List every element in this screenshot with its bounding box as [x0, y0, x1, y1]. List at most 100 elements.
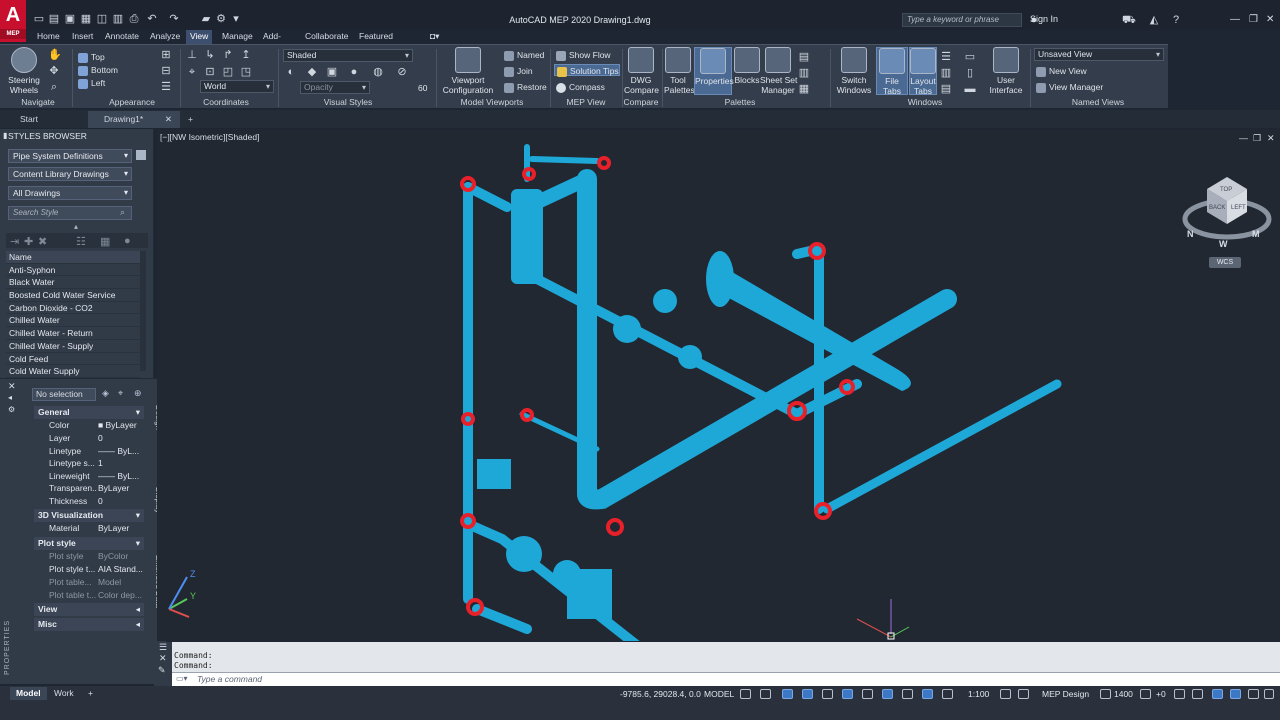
wcs-menu-button[interactable]: WCS	[1209, 257, 1241, 268]
section-general[interactable]: General	[34, 406, 144, 419]
restore-viewports-button[interactable]: Restore	[504, 81, 547, 93]
lighting-icon[interactable]: ●	[348, 66, 360, 78]
isolate-icon[interactable]	[1174, 689, 1185, 699]
status-bar-icon[interactable]: ▬	[964, 83, 976, 95]
design-center-icon[interactable]: ▦	[798, 83, 810, 95]
file-tabs-button[interactable]: File Tabs	[876, 47, 908, 96]
search-icon[interactable]: ⌕	[120, 207, 125, 218]
ucs-x-icon[interactable]: ↳	[204, 49, 216, 61]
workspace-switcher[interactable]: MEP Design	[1042, 688, 1089, 700]
elevation-value[interactable]: 1400	[1114, 688, 1133, 700]
lineweight-icon[interactable]	[882, 689, 893, 699]
model-space-toggle[interactable]: MODEL	[704, 688, 734, 700]
preview-icon[interactable]: ●	[124, 235, 131, 247]
minimize-icon[interactable]: —	[1230, 14, 1240, 25]
annotation-monitor-icon[interactable]	[942, 689, 953, 699]
osnap-icon[interactable]	[842, 689, 853, 699]
tile-vertical-icon[interactable]: ▥	[940, 67, 952, 79]
edge-icon[interactable]: ◆	[306, 66, 318, 78]
list-item[interactable]: Chilled Water - Supply	[6, 340, 140, 353]
offset-icon[interactable]	[1140, 689, 1151, 699]
quick-select-icon[interactable]: ◈	[102, 388, 109, 399]
list-item[interactable]: Carbon Dioxide - CO2	[6, 302, 140, 315]
named-views-combo[interactable]: Unsaved View	[1034, 48, 1164, 61]
prop-value[interactable]: ■ ByLayer	[98, 419, 144, 432]
redo-icon[interactable]: ↷	[168, 13, 180, 25]
web-mobile-icon[interactable]: ◫	[96, 13, 108, 25]
hardware-accel-icon[interactable]	[1192, 689, 1203, 699]
import-icon[interactable]: ⇥	[10, 235, 19, 248]
compass-button[interactable]: Compass	[556, 81, 605, 93]
ucs-3point-icon[interactable]: ◳	[240, 66, 252, 78]
list-view-icon[interactable]: ☷	[76, 235, 86, 248]
list-header-name[interactable]: Name	[6, 251, 140, 264]
zoom-icon[interactable]: ⌕	[48, 81, 60, 93]
selection-combo[interactable]: No selection	[32, 388, 96, 401]
external-refs-icon[interactable]: ▤	[798, 51, 810, 63]
lock-ui-icon[interactable]: ▯	[964, 67, 976, 79]
list-item[interactable]: Chilled Water - Return	[6, 327, 140, 340]
list-item[interactable]: Chilled Water	[6, 314, 140, 328]
opacity-field[interactable]: Opacity	[300, 81, 370, 94]
a360-icon[interactable]: ◭	[1148, 14, 1160, 26]
grid-icon[interactable]	[740, 689, 751, 699]
prop-value[interactable]: ByLayer	[98, 522, 144, 535]
tab-insert[interactable]: Insert	[68, 30, 97, 44]
section-misc[interactable]: Misc	[34, 618, 144, 631]
add-icon[interactable]: ✚	[24, 235, 33, 248]
shadow-icon[interactable]: ◐	[285, 66, 297, 78]
customize-icon[interactable]	[1248, 689, 1259, 699]
new-icon[interactable]: ▭	[33, 13, 45, 25]
browser-toggle-icon[interactable]	[136, 150, 146, 160]
prop-value[interactable]: 1	[98, 457, 144, 470]
add-layout-button[interactable]: +	[82, 687, 99, 700]
steering-wheels-button[interactable]: Steering Wheels	[6, 47, 42, 95]
undo-icon[interactable]: ↶	[146, 13, 158, 25]
restore-icon[interactable]: ❐	[1249, 14, 1258, 25]
save-web-icon[interactable]: ▥	[112, 13, 124, 25]
command-close-icon[interactable]: ✕	[159, 653, 167, 664]
cascade-icon[interactable]: ▤	[940, 83, 952, 95]
list-item[interactable]: Cold Water Supply	[6, 365, 140, 378]
new-view-button[interactable]: New View	[1036, 65, 1087, 77]
command-settings-icon[interactable]: ✎	[158, 665, 166, 676]
ucs-combo[interactable]: World	[200, 80, 274, 93]
customize-qa-icon[interactable]: ▾	[230, 13, 242, 25]
open-icon[interactable]: ▤	[48, 13, 60, 25]
section-3d-visualization[interactable]: 3D Visualization	[34, 509, 144, 522]
grid-view-icon[interactable]: ▦	[100, 235, 110, 248]
close-icon[interactable]: ✕	[1266, 14, 1274, 25]
viewcube[interactable]: TOP BACK LEFT N W M	[1182, 177, 1272, 249]
remove-icon[interactable]: ✖	[38, 235, 47, 248]
view-top-button[interactable]: Top	[78, 51, 105, 63]
palette-autohide-icon[interactable]: ◂	[8, 393, 12, 402]
section-plot-style[interactable]: Plot style	[34, 537, 144, 550]
drawing-viewport[interactable]: [−][NW Isometric][Shaded] — ❐ ✕ Y Z TOP …	[157, 129, 1280, 641]
named-viewports-button[interactable]: Named	[504, 49, 544, 61]
ucs-z-icon[interactable]: ↥	[240, 49, 252, 61]
markup-icon[interactable]: ▥	[798, 67, 810, 79]
workspace-icon[interactable]: ⚙	[215, 13, 227, 25]
save-icon[interactable]: ▣	[64, 13, 76, 25]
pickadd-icon[interactable]: ⊕	[134, 388, 142, 399]
prop-value[interactable]: ByLayer	[98, 482, 144, 495]
user-interface-button[interactable]: User Interface	[986, 47, 1026, 95]
switch-windows-button[interactable]: Switch Windows	[834, 47, 874, 95]
prop-value[interactable]: 0	[98, 495, 144, 508]
list-item[interactable]: Cold Feed	[6, 353, 140, 366]
drawings-filter-combo[interactable]: All Drawings	[8, 186, 132, 200]
tab-add-ins[interactable]: Add-ins	[259, 30, 285, 53]
visual-style-combo[interactable]: Shaded	[283, 49, 413, 62]
status-menu-icon[interactable]	[1264, 689, 1274, 699]
graphics-icon[interactable]	[1230, 689, 1241, 699]
tab-work[interactable]: Work	[48, 687, 80, 700]
command-grip-icon[interactable]: ☰	[159, 642, 167, 653]
xray-icon[interactable]: ⊘	[396, 66, 408, 78]
elevation-icon[interactable]	[1100, 689, 1111, 699]
new-tab-button[interactable]: +	[182, 111, 193, 128]
viewport-configuration-button[interactable]: Viewport Configuration	[440, 47, 496, 95]
save-as-icon[interactable]: ▦	[80, 13, 92, 25]
dwg-compare-button[interactable]: DWG Compare	[624, 47, 659, 95]
list-item[interactable]: Black Water	[6, 276, 140, 290]
workspace-gear-icon[interactable]	[1000, 689, 1011, 699]
